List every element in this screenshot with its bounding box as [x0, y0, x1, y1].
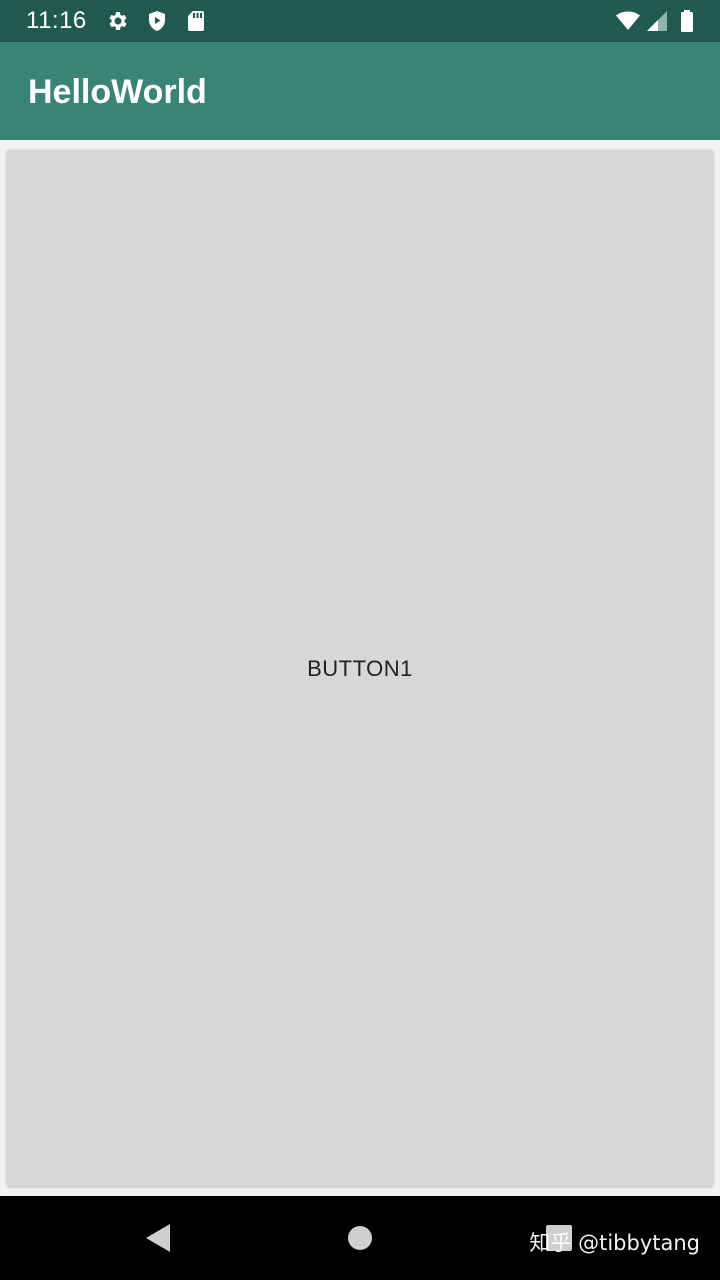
watermark: 知乎 @tibbytang	[529, 1231, 700, 1255]
app-screen: 11:16 HelloWorld BUTTON1 知乎 @tibbytang	[0, 0, 720, 1280]
battery-icon	[675, 9, 699, 33]
app-bar: HelloWorld	[0, 42, 720, 140]
gear-icon	[106, 9, 130, 33]
app-title: HelloWorld	[28, 73, 207, 111]
cellular-signal-icon	[645, 9, 669, 33]
navigation-bar: 知乎 @tibbytang	[0, 1196, 720, 1280]
status-time: 11:16	[26, 7, 87, 34]
content-area: BUTTON1	[0, 140, 720, 1196]
home-icon[interactable]	[336, 1214, 384, 1262]
status-bar: 11:16	[0, 0, 720, 42]
button1[interactable]: BUTTON1	[7, 150, 713, 1186]
wifi-icon	[616, 9, 640, 33]
button1-label: BUTTON1	[307, 656, 413, 681]
back-icon[interactable]	[134, 1214, 182, 1262]
shield-play-icon	[145, 9, 169, 33]
sd-card-icon	[184, 9, 208, 33]
